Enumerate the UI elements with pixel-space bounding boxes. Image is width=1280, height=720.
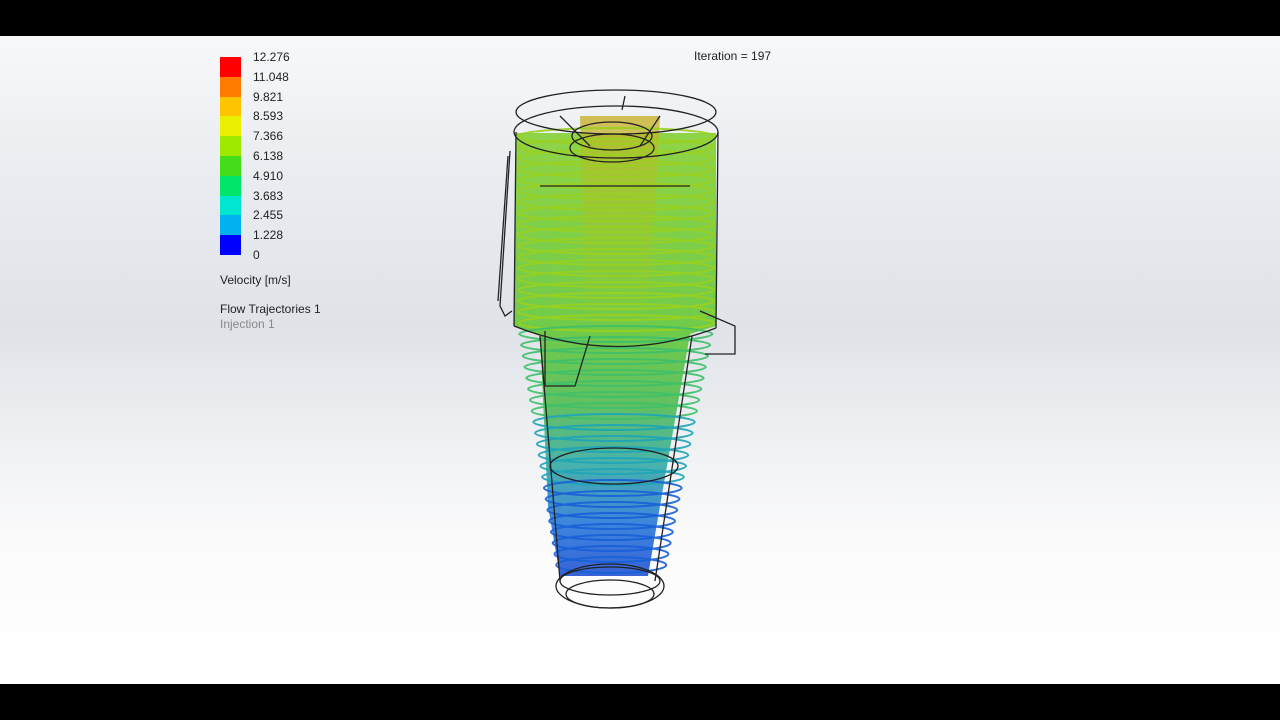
legend-tick-label: 1.228 bbox=[253, 228, 284, 243]
color-bar-segment bbox=[220, 96, 241, 117]
color-bar-segment bbox=[220, 195, 241, 216]
legend-title: Velocity [m/s] bbox=[220, 273, 291, 287]
legend-tick-label: 0 bbox=[253, 248, 260, 262]
trajectory-series-label: Flow Trajectories 1 bbox=[220, 302, 321, 316]
color-bar-segment bbox=[220, 136, 241, 156]
color-bar-segment bbox=[220, 175, 241, 196]
iteration-counter: Iteration = 197 bbox=[694, 49, 772, 63]
color-bar-segment bbox=[220, 76, 241, 97]
cyclone-flow-trajectories bbox=[497, 89, 736, 609]
legend-tick-label: 6.138 bbox=[253, 149, 284, 163]
color-bar-segment bbox=[220, 215, 241, 236]
legend-tick-label: 12.276 bbox=[253, 50, 290, 64]
color-bar-segment bbox=[220, 156, 241, 176]
top-letterbox bbox=[0, 0, 1280, 36]
legend-tick-label: 4.910 bbox=[253, 168, 284, 183]
legend-tick-label: 11.048 bbox=[253, 69, 289, 84]
color-bar-segment bbox=[220, 235, 241, 255]
legend-tick-label: 7.366 bbox=[253, 129, 284, 144]
bottom-letterbox bbox=[0, 684, 1280, 720]
legend-tick-label: 2.455 bbox=[253, 208, 284, 223]
graphics-viewport[interactable]: Iteration = 197 12.276 11.048 9.821 8.593 7.… bbox=[0, 36, 1280, 684]
legend-tick-label: 3.683 bbox=[253, 188, 284, 203]
color-bar-segment bbox=[220, 116, 241, 137]
legend-tick-label: 9.821 bbox=[253, 89, 284, 104]
legend-tick-label: 8.593 bbox=[253, 109, 284, 124]
color-bar-segment bbox=[220, 57, 241, 77]
injection-label: Injection 1 bbox=[220, 317, 275, 331]
